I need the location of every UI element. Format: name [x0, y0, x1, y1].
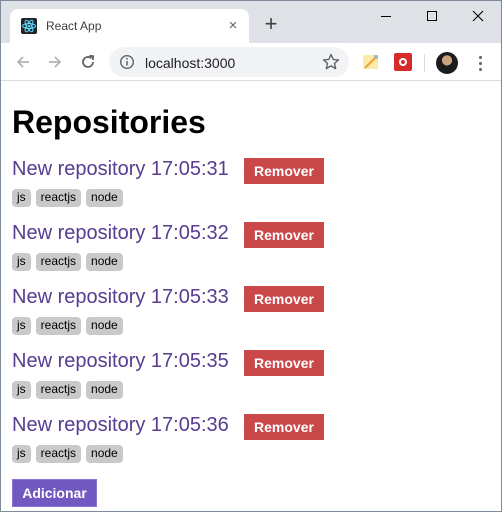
list-item: New repository 17:05:31 Remover js reactjs n…	[12, 156, 492, 220]
red-extension-icon[interactable]	[394, 53, 412, 71]
forward-button[interactable]	[43, 50, 67, 74]
remove-button[interactable]: Remover	[244, 414, 324, 440]
tech-badge: reactjs	[35, 317, 82, 335]
address-bar[interactable]: localhost:3000	[109, 47, 349, 77]
remove-button[interactable]: Remover	[244, 286, 324, 312]
arrow-right-icon	[49, 56, 62, 68]
page-title: Repositories	[12, 104, 206, 140]
tech-badge: js	[12, 253, 31, 271]
tech-badge: node	[86, 317, 123, 335]
tech-badge: js	[12, 381, 31, 399]
info-icon[interactable]	[119, 54, 135, 70]
repository-list: New repository 17:05:31 Remover js reactjs n…	[12, 156, 492, 476]
tech-list: js reactjs node	[12, 381, 123, 399]
notes-extension-icon[interactable]	[362, 53, 380, 71]
tech-list: js reactjs node	[12, 253, 123, 271]
minimize-button[interactable]	[363, 1, 409, 31]
tab-close-icon[interactable]: ×	[224, 17, 242, 35]
add-button[interactable]: Adicionar	[12, 479, 97, 507]
tech-badge: node	[86, 253, 123, 271]
tech-badge: js	[12, 445, 31, 463]
back-button[interactable]	[11, 50, 35, 74]
url-text[interactable]: localhost:3000	[145, 55, 235, 71]
repository-title: New repository 17:05:32	[12, 222, 229, 244]
remove-button[interactable]: Remover	[244, 222, 324, 248]
maximize-icon	[427, 11, 437, 21]
tech-list: js reactjs node	[12, 445, 123, 463]
tab-react-app[interactable]: React App ×	[10, 9, 249, 43]
remove-button[interactable]: Remover	[244, 158, 324, 184]
close-icon	[472, 10, 484, 22]
list-item: New repository 17:05:35 Remover js reactjs n…	[12, 348, 492, 412]
list-item: New repository 17:05:33 Remover js reactjs n…	[12, 284, 492, 348]
tech-list: js reactjs node	[12, 317, 123, 335]
reload-icon	[82, 54, 95, 68]
repository-title: New repository 17:05:31	[12, 158, 229, 180]
list-item: New repository 17:05:32 Remover js reactjs n…	[12, 220, 492, 284]
kebab-menu-icon[interactable]	[472, 52, 488, 74]
toolbar-divider	[424, 54, 425, 72]
arrow-left-icon	[16, 56, 29, 68]
tech-badge: reactjs	[35, 381, 82, 399]
remove-button[interactable]: Remover	[244, 350, 324, 376]
tab-title: React App	[46, 19, 102, 33]
repository-title: New repository 17:05:36	[12, 414, 229, 436]
tech-badge: js	[12, 189, 31, 207]
tech-badge: node	[86, 381, 123, 399]
repository-title: New repository 17:05:35	[12, 350, 229, 372]
react-icon	[21, 18, 37, 34]
avatar[interactable]	[436, 52, 458, 74]
star-icon[interactable]	[321, 52, 341, 72]
tech-badge: node	[86, 445, 123, 463]
close-window-button[interactable]	[455, 1, 501, 31]
page-content: Repositories New repository 17:05:31 Remo…	[1, 82, 501, 511]
tab-strip: React App × +	[1, 1, 501, 43]
minimize-icon	[381, 16, 391, 17]
tech-badge: js	[12, 317, 31, 335]
browser-window: React App × + localhost:3000 Repositorie…	[0, 0, 502, 512]
tech-badge: reactjs	[35, 253, 82, 271]
maximize-button[interactable]	[409, 1, 455, 31]
repository-title: New repository 17:05:33	[12, 286, 229, 308]
reload-button[interactable]	[76, 50, 100, 74]
list-item: New repository 17:05:36 Remover js reactjs n…	[12, 412, 492, 476]
tech-list: js reactjs node	[12, 189, 123, 207]
browser-toolbar: localhost:3000	[1, 43, 501, 81]
tech-badge: reactjs	[35, 445, 82, 463]
new-tab-button[interactable]: +	[259, 13, 283, 37]
tech-badge: reactjs	[35, 189, 82, 207]
tech-badge: node	[86, 189, 123, 207]
